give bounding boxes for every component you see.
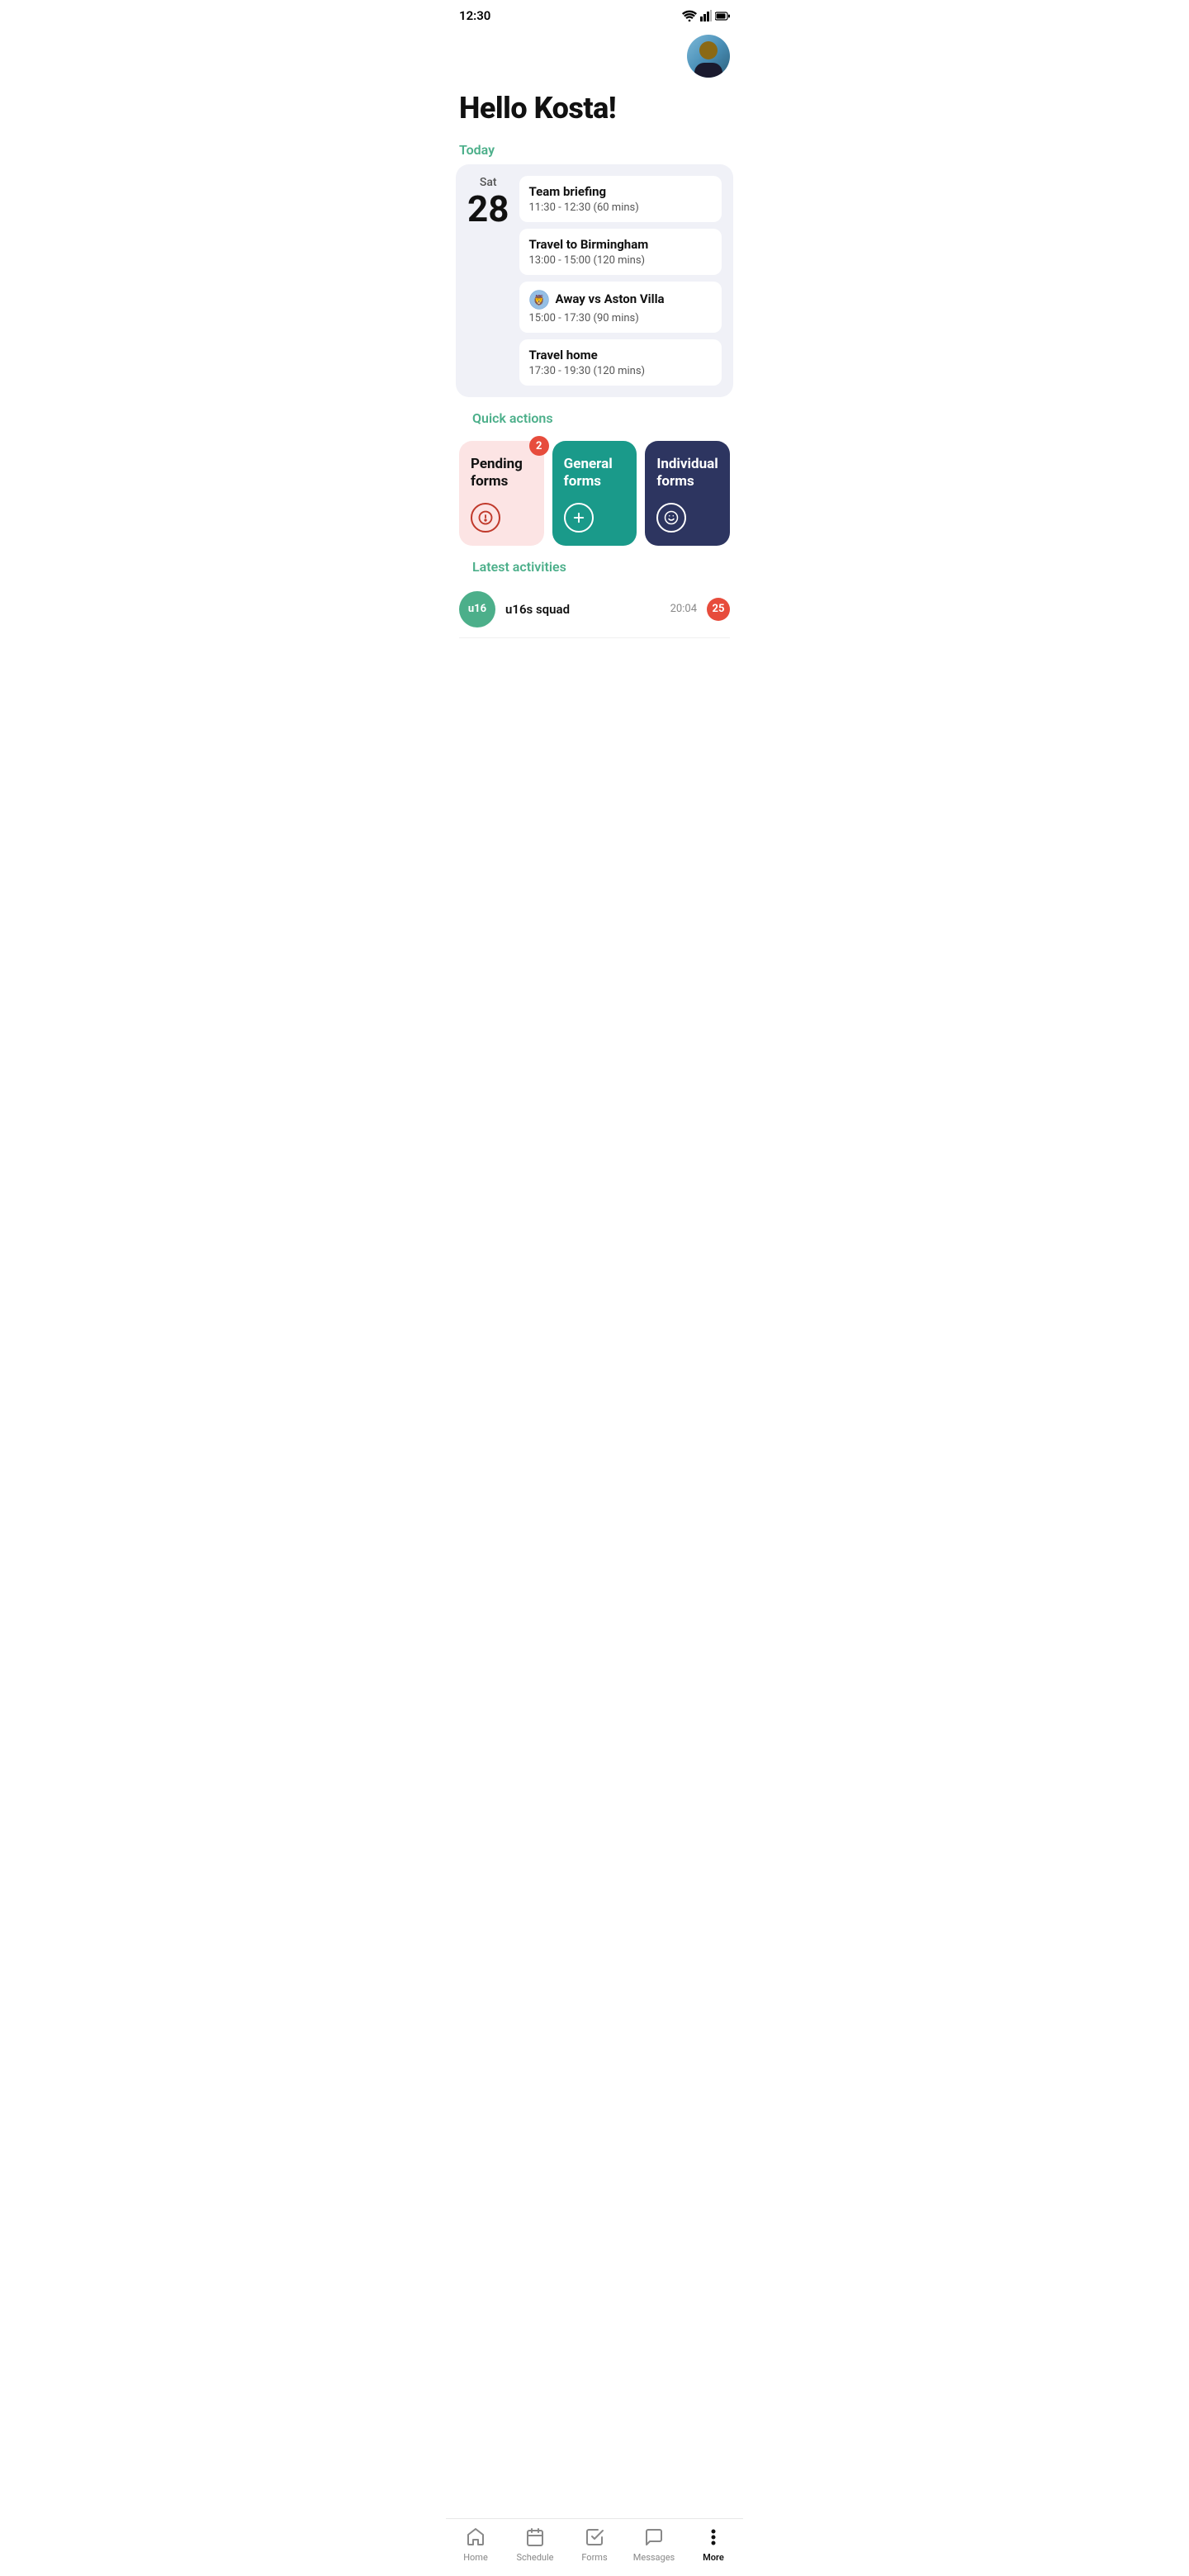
- activity-avatar: u16: [459, 591, 495, 627]
- nav-label-messages: Messages: [633, 2552, 675, 2563]
- latest-activities-label: Latest activities: [459, 546, 730, 581]
- activity-badge: 25: [707, 598, 730, 621]
- event-time: 11:30 - 12:30 (60 mins): [529, 201, 713, 214]
- nav-label-schedule: Schedule: [517, 2552, 554, 2563]
- svg-text:🦁: 🦁: [533, 296, 544, 306]
- general-forms-title: Generalforms: [564, 456, 626, 491]
- more-icon: [702, 2526, 725, 2549]
- smile-icon: [656, 503, 686, 533]
- nav-item-forms[interactable]: Forms: [571, 2526, 618, 2563]
- header: [446, 28, 743, 84]
- event-away-aston-villa[interactable]: AVFC 🦁 Away vs Aston Villa 15:00 - 17:30…: [519, 282, 722, 333]
- plus-icon: [564, 503, 594, 533]
- event-travel-birmingham[interactable]: Travel to Birmingham 13:00 - 15:00 (120 …: [519, 229, 722, 275]
- pending-badge: 2: [529, 436, 549, 456]
- event-title: Travel home: [529, 348, 713, 362]
- wifi-icon: [682, 10, 697, 21]
- nav-label-home: Home: [463, 2552, 488, 2563]
- signal-icon: [700, 10, 712, 21]
- messages-icon: [642, 2526, 666, 2549]
- nav-item-messages[interactable]: Messages: [631, 2526, 677, 2563]
- home-icon: [464, 2526, 487, 2549]
- event-team-briefing[interactable]: Team briefing 11:30 - 12:30 (60 mins): [519, 176, 722, 222]
- event-travel-home[interactable]: Travel home 17:30 - 19:30 (120 mins): [519, 339, 722, 386]
- pending-forms-card[interactable]: 2 Pendingforms: [459, 441, 544, 546]
- latest-activities-section: Latest activities u16 u16s squad 20:04 2…: [446, 546, 743, 638]
- pending-forms-title: Pendingforms: [471, 456, 533, 491]
- nav-label-more: More: [703, 2552, 724, 2563]
- event-title: Travel to Birmingham: [529, 237, 713, 252]
- activity-time: 20:04: [670, 603, 697, 615]
- schedule-card: Sat 28 Team briefing 11:30 - 12:30 (60 m…: [456, 164, 733, 397]
- greeting-text: Hello Kosta!: [459, 91, 730, 125]
- battery-icon: [715, 12, 730, 21]
- event-title: Team briefing: [529, 184, 713, 199]
- quick-actions-section: Quick actions 2 Pendingforms Generalform…: [446, 397, 743, 546]
- status-icons: [682, 10, 730, 21]
- today-label: Today: [446, 129, 743, 164]
- status-bar: 12:30: [446, 0, 743, 28]
- alert-icon: [471, 503, 500, 533]
- nav-item-schedule[interactable]: Schedule: [512, 2526, 558, 2563]
- aston-villa-badge: AVFC 🦁: [529, 290, 549, 310]
- forms-icon: [583, 2526, 606, 2549]
- status-time: 12:30: [459, 8, 490, 23]
- bottom-nav: Home Schedule Forms Messages: [446, 2518, 743, 2576]
- nav-item-home[interactable]: Home: [452, 2526, 499, 2563]
- general-forms-card[interactable]: Generalforms: [552, 441, 637, 546]
- event-time: 13:00 - 15:00 (120 mins): [529, 254, 713, 267]
- event-time: 17:30 - 19:30 (120 mins): [529, 365, 713, 377]
- quick-actions-label: Quick actions: [459, 397, 730, 433]
- nav-item-more[interactable]: More: [690, 2526, 737, 2563]
- events-list: Team briefing 11:30 - 12:30 (60 mins) Tr…: [519, 176, 722, 386]
- activity-name: u16s squad: [505, 602, 570, 617]
- event-time: 15:00 - 17:30 (90 mins): [529, 312, 713, 324]
- individual-forms-card[interactable]: Individualforms: [645, 441, 730, 546]
- schedule-icon: [523, 2526, 547, 2549]
- activity-details: u16s squad 20:04: [505, 602, 697, 617]
- nav-label-forms: Forms: [581, 2552, 607, 2563]
- individual-forms-title: Individualforms: [656, 456, 718, 491]
- event-title: Away vs Aston Villa: [556, 291, 665, 306]
- greeting-section: Hello Kosta!: [446, 84, 743, 129]
- day-number: 28: [467, 189, 509, 229]
- quick-actions-grid: 2 Pendingforms Generalforms: [459, 441, 730, 546]
- date-block: Sat 28: [467, 176, 509, 386]
- activity-item[interactable]: u16 u16s squad 20:04 25: [459, 581, 730, 638]
- avatar[interactable]: [687, 35, 730, 78]
